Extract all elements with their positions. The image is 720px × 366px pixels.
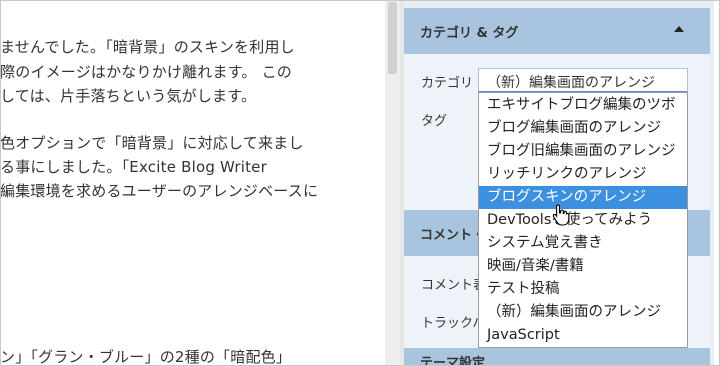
panel-title: コメント・ bbox=[420, 228, 486, 243]
dropdown-option[interactable]: ブログ編集画面のアレンジ bbox=[479, 117, 687, 140]
category-label: カテゴリ bbox=[421, 76, 474, 91]
theme-panel-header[interactable]: テーマ設定 bbox=[404, 348, 710, 366]
dropdown-option[interactable]: ブログ旧編集画面のアレンジ bbox=[479, 140, 687, 163]
dropdown-option[interactable]: リッチリンクのアレンジ bbox=[479, 163, 687, 186]
hand-cursor-icon bbox=[552, 204, 570, 226]
category-dropdown-list[interactable]: エキサイトブログ編集のツボ ブログ編集画面のアレンジ ブログ旧編集画面のアレンジ… bbox=[478, 92, 688, 348]
editor-scrollbar[interactable] bbox=[385, 0, 400, 366]
editor-text-line: る事にしました。「Excite Blog Writer bbox=[0, 158, 267, 176]
dropdown-option[interactable]: JavaScript bbox=[479, 324, 687, 347]
dropdown-option[interactable]: テスト投稿 bbox=[479, 278, 687, 301]
editor-text-line: ませんでした。「暗背景」のスキンを利用し bbox=[0, 38, 295, 56]
editor-text-line: 際のイメージはかなりかけ離れます。 この bbox=[0, 63, 292, 81]
category-tag-panel-header[interactable]: カテゴリ & タグ bbox=[404, 8, 710, 54]
category-select-value: （新）編集画面のアレンジ bbox=[487, 75, 655, 91]
post-editor[interactable]: ませんでした。「暗背景」のスキンを利用し 際のイメージはかなりかけ離れます。 こ… bbox=[0, 0, 385, 366]
trackback-setting-label: トラックバ bbox=[421, 316, 486, 331]
dropdown-option[interactable]: 映画/音楽/書籍 bbox=[479, 255, 687, 278]
scrollbar-thumb[interactable] bbox=[388, 2, 397, 74]
dropdown-option[interactable]: DevToolsを使ってみよう bbox=[479, 209, 687, 232]
dropdown-option[interactable]: （新）編集画面のアレンジ bbox=[479, 301, 687, 324]
tag-label: タグ bbox=[421, 114, 448, 129]
editor-text-line: しては、片手落ちという気がします。 bbox=[0, 87, 257, 105]
editor-text-line: 編集環境を求めるユーザーのアレンジベースに bbox=[0, 182, 319, 200]
dropdown-option[interactable]: エキサイトブログ編集のツボ bbox=[479, 94, 687, 117]
editor-text-line: ン」「グラン・ブルー」の2種の「暗配色」 bbox=[0, 348, 292, 366]
panel-title: テーマ設定 bbox=[420, 356, 486, 366]
dropdown-option[interactable]: システム覚え書き bbox=[479, 232, 687, 255]
category-select[interactable]: （新）編集画面のアレンジ bbox=[478, 68, 688, 93]
editor-text-line: 色オプションで「暗背景」に対応して来まし bbox=[0, 134, 304, 152]
comment-setting-label: コメント表 bbox=[421, 278, 487, 293]
collapse-arrow-icon[interactable] bbox=[674, 26, 684, 32]
dropdown-option-highlighted[interactable]: ブログスキンのアレンジ bbox=[479, 186, 687, 209]
panel-title: カテゴリ & タグ bbox=[420, 26, 519, 41]
